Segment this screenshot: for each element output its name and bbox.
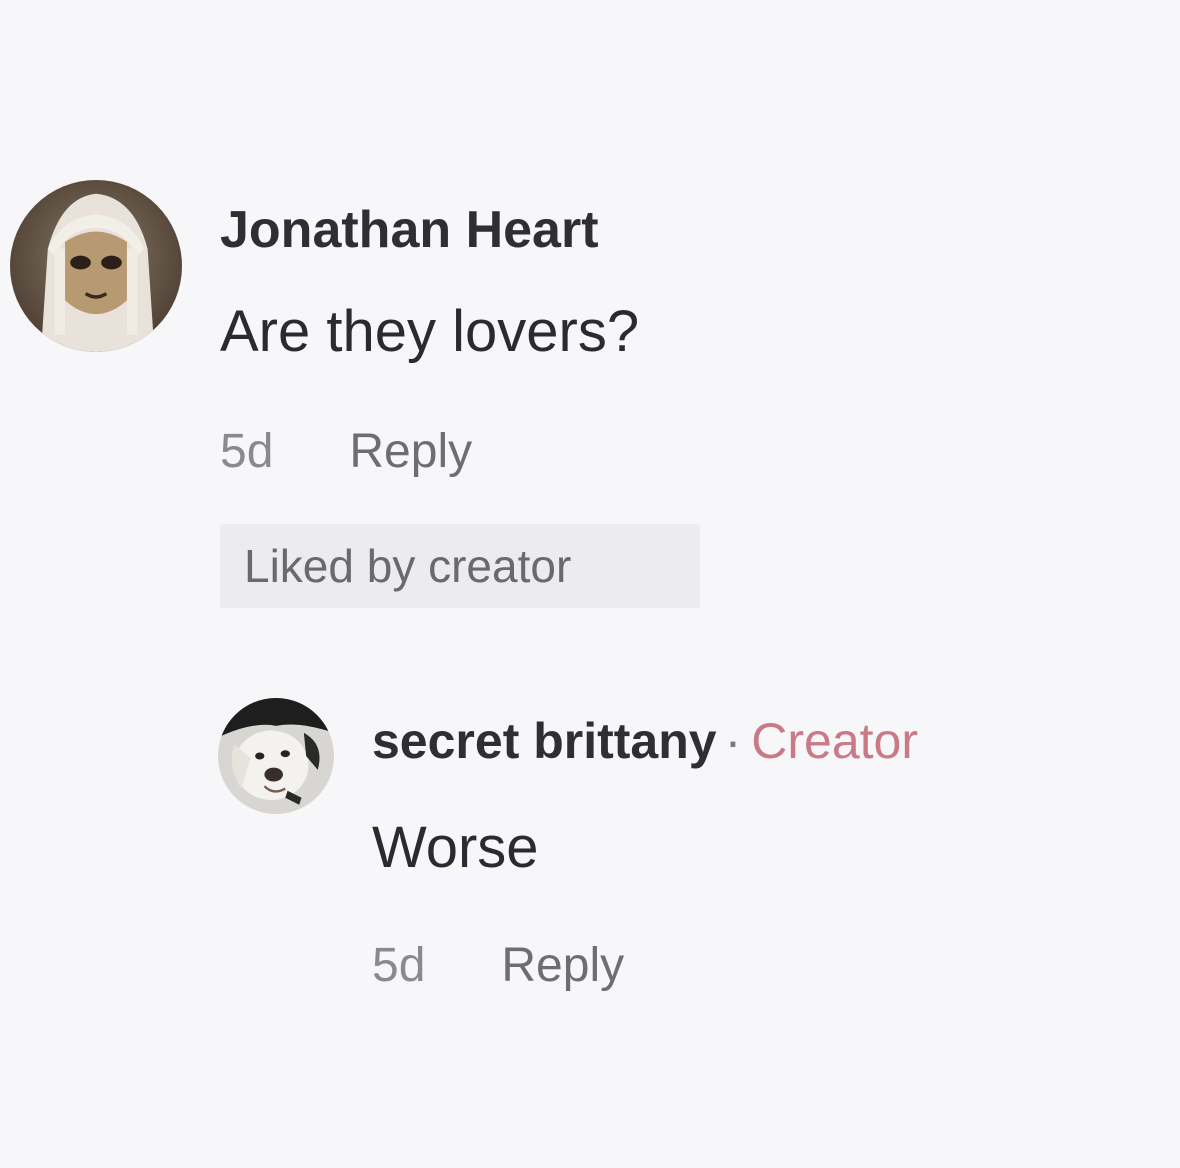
creator-badge: Creator xyxy=(751,713,918,769)
dog-avatar-icon xyxy=(218,698,334,814)
reply-button[interactable]: Reply xyxy=(501,939,624,992)
user-avatar[interactable] xyxy=(10,180,182,352)
reply-username-text[interactable]: secret brittany xyxy=(372,713,717,769)
reply-text: Worse xyxy=(372,815,539,880)
creator-avatar[interactable] xyxy=(218,698,334,814)
comment-text: Are they lovers? xyxy=(220,299,640,364)
reply-button[interactable]: Reply xyxy=(349,425,472,478)
comment-meta: 5d Reply xyxy=(220,424,472,479)
reply-meta: 5d Reply xyxy=(372,938,624,993)
liked-by-creator-badge: Liked by creator xyxy=(220,524,700,608)
comment-username[interactable]: Jonathan Heart xyxy=(220,200,599,260)
separator-dot: · xyxy=(724,713,742,769)
masked-figure-avatar-icon xyxy=(10,180,182,352)
comment-timestamp: 5d xyxy=(220,425,274,478)
reply-timestamp: 5d xyxy=(372,939,426,992)
reply-username[interactable]: secret brittany · Creator xyxy=(372,712,918,770)
